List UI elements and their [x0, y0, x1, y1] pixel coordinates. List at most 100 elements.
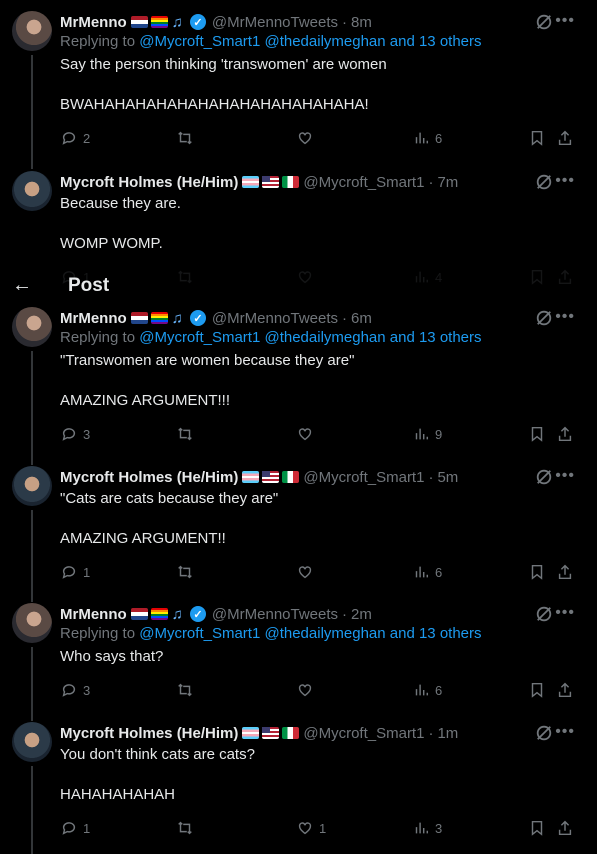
- retweet-button[interactable]: [176, 819, 199, 837]
- share-icon: [558, 426, 572, 442]
- tweet-text: "Cats are cats because they are": [60, 490, 279, 507]
- reply-targets-link[interactable]: @Mycroft_Smart1 @thedailymeghan and 13 o…: [139, 329, 481, 346]
- views-button[interactable]: 6: [412, 681, 442, 699]
- bookmark-button[interactable]: [528, 681, 551, 699]
- retweet-button[interactable]: [176, 681, 199, 699]
- views-icon: [415, 566, 429, 578]
- like-button[interactable]: 1: [296, 819, 326, 837]
- replying-to: Replying to @Mycroft_Smart1 @thedailymeg…: [60, 625, 482, 642]
- timestamp[interactable]: 8m: [351, 14, 372, 31]
- retweet-icon: [178, 683, 192, 697]
- bookmark-icon: [531, 130, 543, 146]
- views-button[interactable]: 6: [412, 129, 442, 147]
- heart-icon: [298, 132, 312, 145]
- share-button[interactable]: [556, 425, 579, 443]
- reply-button[interactable]: 1: [60, 563, 90, 581]
- more-icon[interactable]: •••: [555, 466, 575, 486]
- timestamp[interactable]: 6m: [351, 310, 372, 327]
- like-button[interactable]: [296, 681, 319, 699]
- more-icon[interactable]: •••: [555, 171, 575, 191]
- grok-icon[interactable]: [535, 173, 553, 191]
- thread-line: [31, 510, 33, 602]
- handle[interactable]: @Mycroft_Smart1: [303, 469, 424, 486]
- share-button[interactable]: [556, 129, 579, 147]
- retweet-icon: [178, 427, 192, 441]
- grok-icon[interactable]: [535, 309, 553, 327]
- avatar[interactable]: [12, 466, 52, 506]
- more-icon[interactable]: •••: [555, 603, 575, 623]
- action-bar: 2 6: [60, 129, 587, 149]
- arrow-left-icon[interactable]: ←: [12, 275, 32, 295]
- avatar[interactable]: [12, 603, 52, 643]
- bookmark-icon: [531, 426, 543, 442]
- views-button[interactable]: 9: [412, 425, 442, 443]
- share-button[interactable]: [556, 819, 579, 837]
- display-name[interactable]: Mycroft Holmes (He/Him): [60, 174, 238, 191]
- views-icon: [415, 822, 429, 834]
- retweet-button[interactable]: [176, 129, 199, 147]
- like-button[interactable]: [296, 129, 319, 147]
- grok-icon[interactable]: [535, 724, 553, 742]
- more-icon[interactable]: •••: [555, 11, 575, 31]
- reply-button[interactable]: 2: [60, 129, 90, 147]
- grok-icon[interactable]: [535, 468, 553, 486]
- retweet-button[interactable]: [176, 563, 199, 581]
- reply-targets-link[interactable]: @Mycroft_Smart1 @thedailymeghan and 13 o…: [139, 625, 481, 642]
- avatar[interactable]: [12, 307, 52, 347]
- timestamp[interactable]: 1m: [437, 725, 458, 742]
- share-icon: [558, 130, 572, 146]
- action-bar: 1 1 3: [60, 819, 587, 839]
- handle[interactable]: @MrMennoTweets: [212, 310, 338, 327]
- display-name[interactable]: Mycroft Holmes (He/Him): [60, 725, 238, 742]
- post-header: ← Post: [0, 270, 597, 302]
- grok-icon[interactable]: [535, 13, 553, 31]
- reply-targets-link[interactable]: @Mycroft_Smart1 @thedailymeghan and 13 o…: [139, 33, 481, 50]
- tweet-text: Because they are.: [60, 195, 181, 212]
- timestamp[interactable]: 2m: [351, 606, 372, 623]
- display-name[interactable]: MrMenno: [60, 14, 127, 31]
- heart-icon: [298, 566, 312, 579]
- handle[interactable]: @MrMennoTweets: [212, 14, 338, 31]
- views-button[interactable]: 3: [412, 819, 442, 837]
- retweet-button[interactable]: [176, 425, 199, 443]
- avatar[interactable]: [12, 171, 52, 211]
- heart-icon: [298, 428, 312, 441]
- reply-button[interactable]: 3: [60, 681, 90, 699]
- reply-button[interactable]: 1: [60, 819, 90, 837]
- like-button[interactable]: [296, 563, 319, 581]
- timestamp[interactable]: 5m: [437, 469, 458, 486]
- more-icon[interactable]: •••: [555, 307, 575, 327]
- handle[interactable]: @Mycroft_Smart1: [303, 174, 424, 191]
- like-button[interactable]: [296, 425, 319, 443]
- handle[interactable]: @MrMennoTweets: [212, 606, 338, 623]
- name-emojis: ♫: [130, 14, 183, 31]
- action-bar: 3 9: [60, 425, 587, 445]
- tweet-text: "Transwomen are women because they are": [60, 352, 355, 369]
- heart-icon: [298, 684, 312, 697]
- share-button[interactable]: [556, 681, 579, 699]
- timestamp[interactable]: 7m: [437, 174, 458, 191]
- tweet-text: BWAHAHAHAHAHAHAHAHAHAHAHAHAHA!: [60, 96, 369, 113]
- name-emojis: [242, 176, 300, 188]
- share-icon: [558, 682, 572, 698]
- reply-icon: [62, 684, 76, 697]
- more-icon[interactable]: •••: [555, 722, 575, 742]
- bookmark-button[interactable]: [528, 425, 551, 443]
- display-name[interactable]: MrMenno: [60, 606, 127, 623]
- avatar[interactable]: [12, 722, 52, 762]
- bookmark-button[interactable]: [528, 129, 551, 147]
- replying-to: Replying to @Mycroft_Smart1 @thedailymeg…: [60, 329, 482, 346]
- bookmark-icon: [531, 682, 543, 698]
- reply-button[interactable]: 3: [60, 425, 90, 443]
- grok-icon[interactable]: [535, 605, 553, 623]
- display-name[interactable]: MrMenno: [60, 310, 127, 327]
- views-button[interactable]: 6: [412, 563, 442, 581]
- bookmark-button[interactable]: [528, 819, 551, 837]
- avatar[interactable]: [12, 11, 52, 51]
- bookmark-button[interactable]: [528, 563, 551, 581]
- name-emojis: [242, 471, 300, 483]
- display-name[interactable]: Mycroft Holmes (He/Him): [60, 469, 238, 486]
- name-emojis: [242, 727, 300, 739]
- share-button[interactable]: [556, 563, 579, 581]
- handle[interactable]: @Mycroft_Smart1: [303, 725, 424, 742]
